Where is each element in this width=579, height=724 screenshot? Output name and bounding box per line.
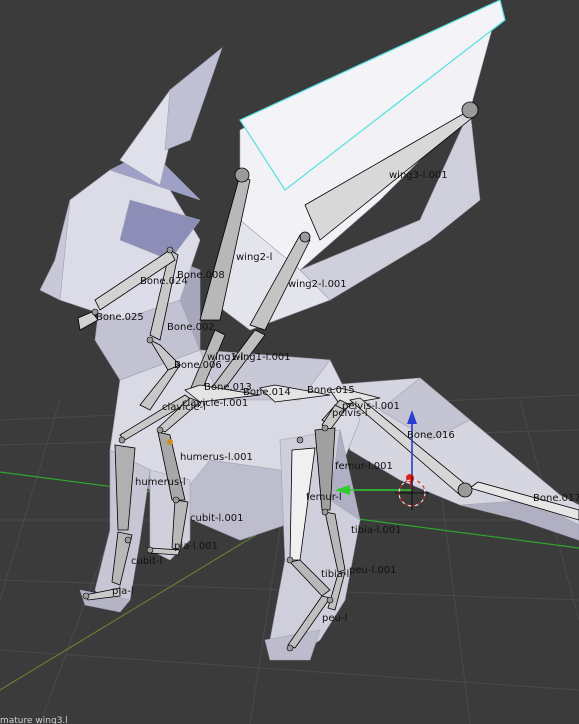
bone-label-cubit-l: cubit-l [131,556,163,567]
bone-label-wing3-l: wing3-l [373,72,410,83]
bone-label-humerus-l-001: humerus-l.001 [180,452,253,463]
bone-label-wing3-l-001: wing3-l.001 [389,170,448,181]
bone-label-tibia-l: tibia-l [321,569,350,580]
bone-label-wing1-l-001: wing1-l.001 [232,352,291,363]
bone-label-humerus-l: humerus-l [135,477,186,488]
bone-label-bone-002: Bone.002 [167,322,215,333]
bone-joint [461,101,479,119]
bone-label-peu-l: peu-l [322,613,348,624]
bone-label-pia-l-001: pia-l.001 [174,541,218,552]
bone-joint [299,231,311,243]
bone-label-cubit-l-001: cubit-l.001 [190,513,244,524]
bone-label-femur-l: femur-l [306,492,342,503]
viewport-object-info: mature wing3.l [0,716,68,724]
bone-label-peu-l-001: peu-l.001 [349,565,397,576]
bone-label-bone-015: Bone.015 [307,385,355,396]
bone-label-wing2-l-001: wing2-l.001 [288,279,347,290]
pivot-dot [167,439,173,445]
bone-label-clavicle-l-001: clavicle-l.001 [182,398,249,409]
bone-label-bone-017: Bone.017 [533,493,579,504]
3d-viewport[interactable]: wing3-l wing3-l.001 wing2-l wing2-l.001 … [0,0,579,724]
bone-label-bone-016: Bone.016 [407,430,455,441]
bone-joint [457,482,473,498]
bone-label-pia-l: pia-l [112,586,134,597]
bone-joint [234,167,250,183]
bone-label-bone-025: Bone.025 [96,312,144,323]
bone-label-pelvis-l: pelvis-l [332,408,368,419]
bone-label-bone-024: Bone.024 [140,276,188,287]
bone-label-wing2-l: wing2-l [236,252,273,263]
bone-label-tibia-l-001: tibia-l.001 [351,525,402,536]
bone-label-bone-014: Bone.014 [243,387,291,398]
bone-label-femur-l-001: femur-l.001 [335,461,393,472]
